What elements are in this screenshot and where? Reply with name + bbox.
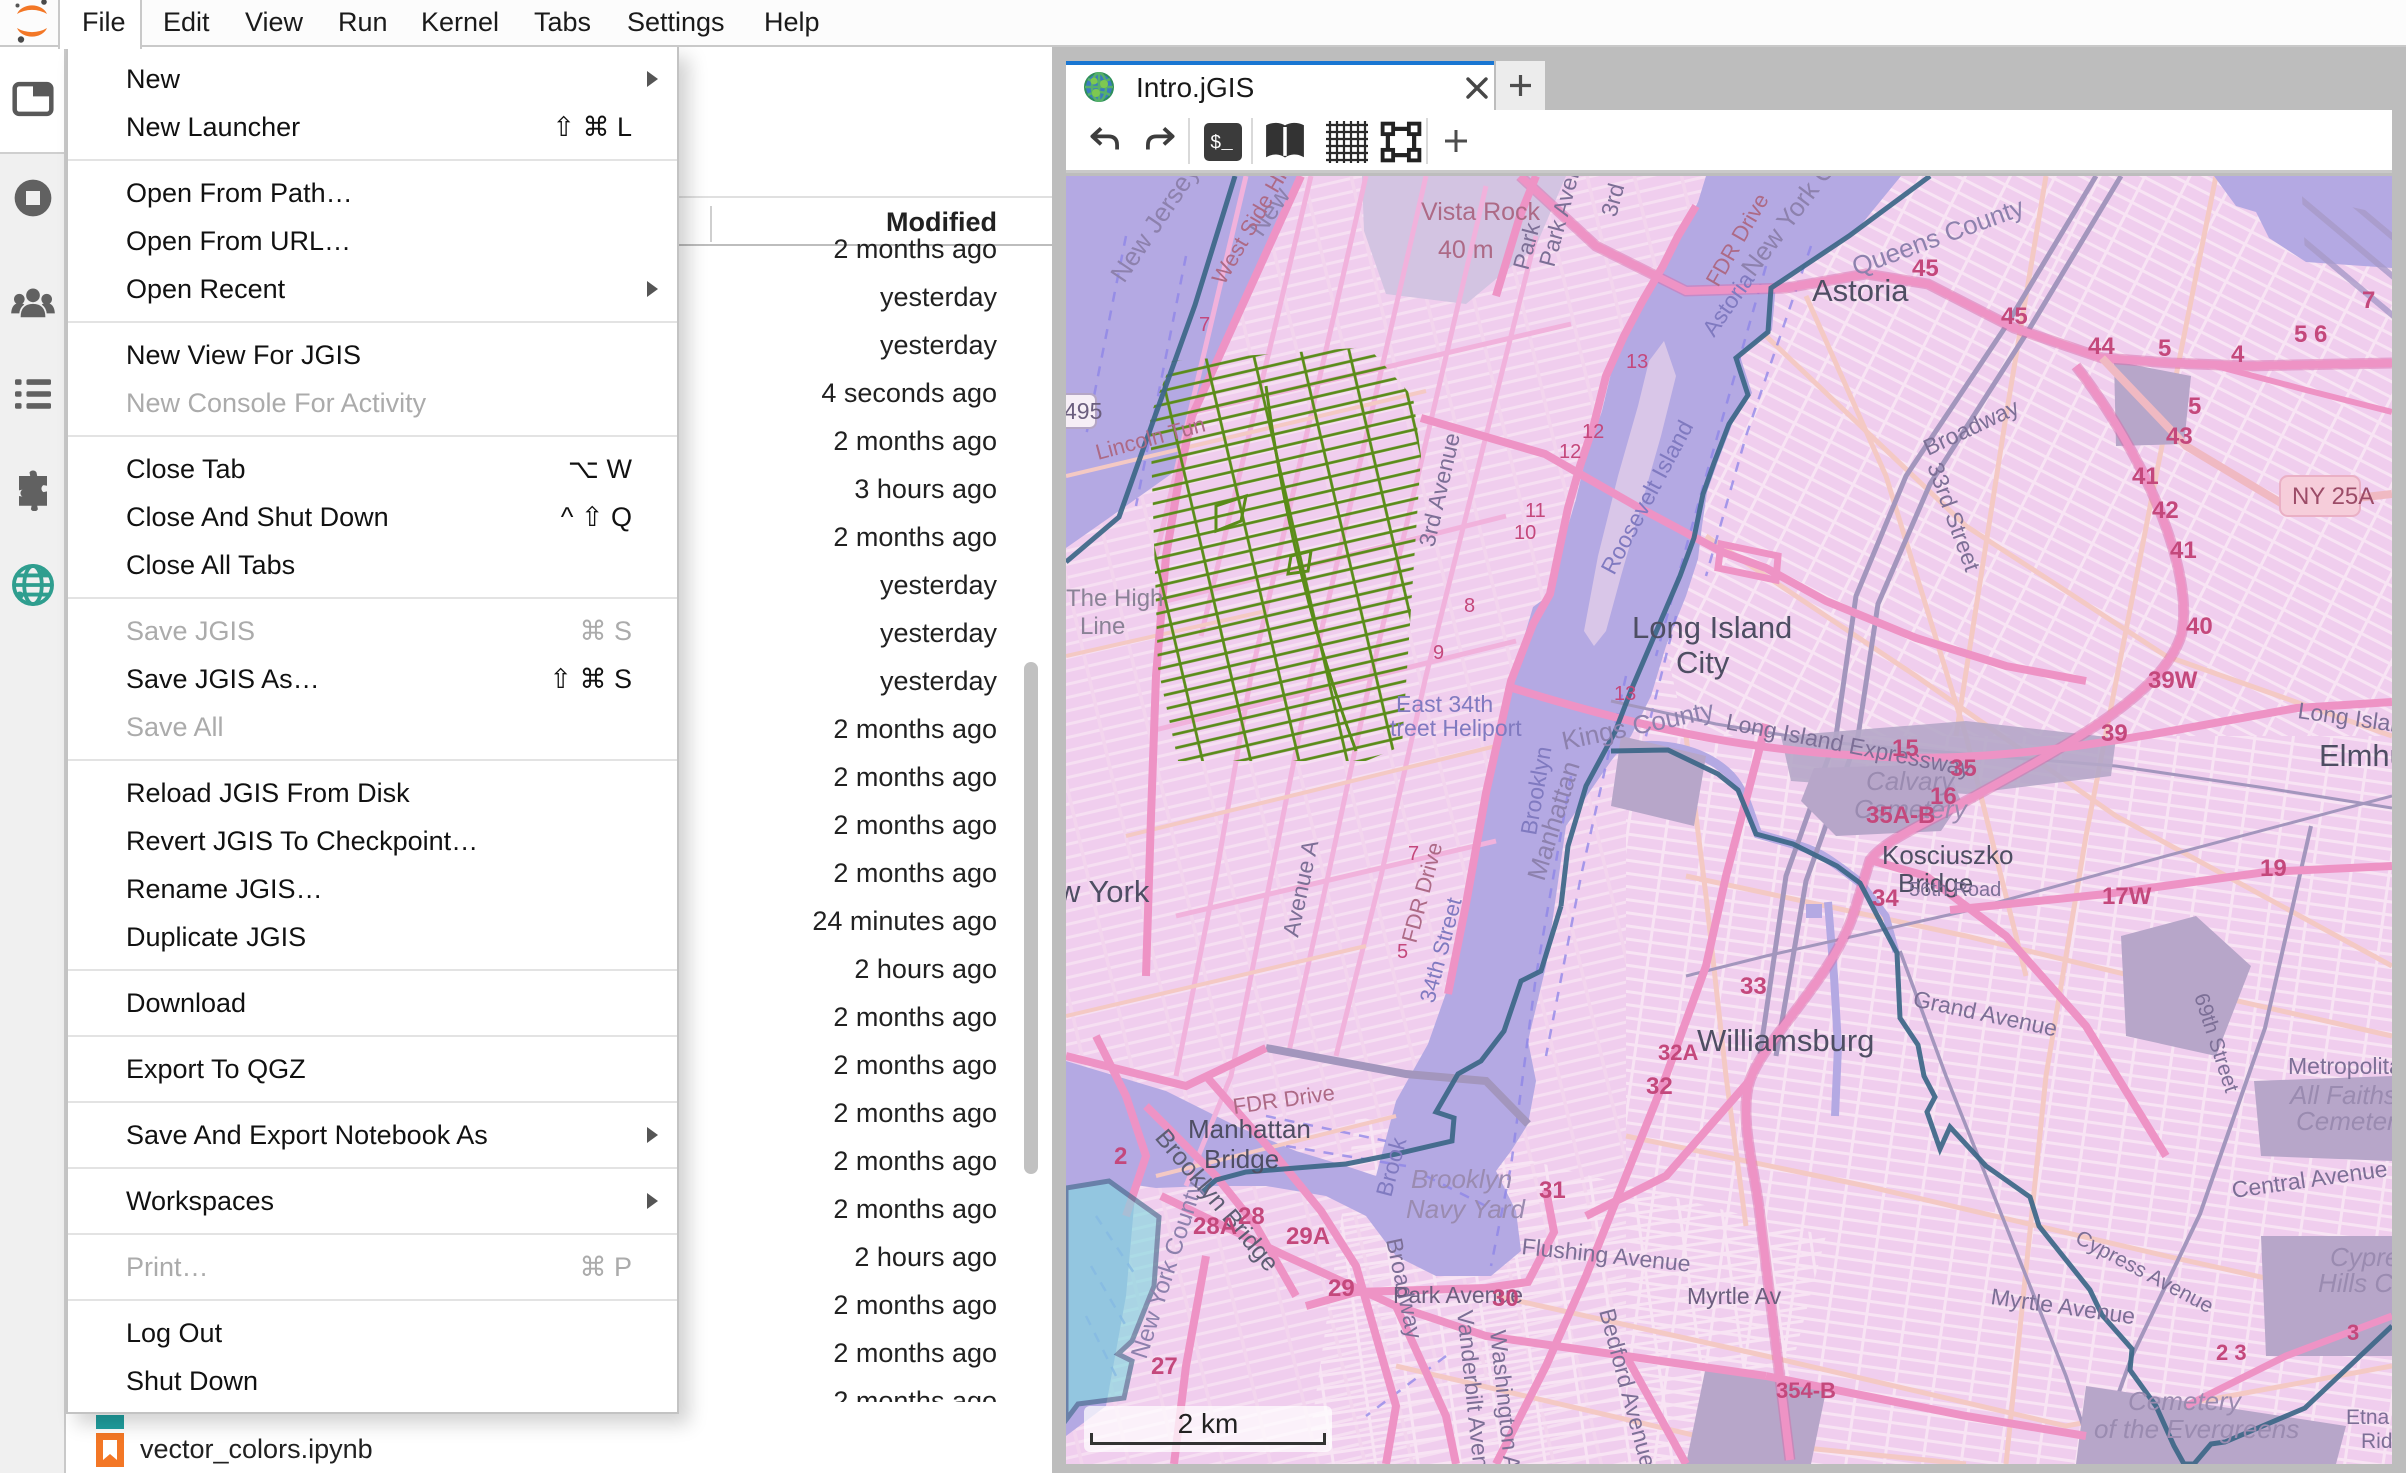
svg-text:NY 25A: NY 25A [2292, 483, 2374, 510]
svg-text:7: 7 [1408, 843, 1419, 865]
svg-text:19: 19 [2260, 855, 2287, 882]
svg-text:Long Island: Long Island [1632, 610, 1792, 645]
svg-text:2 3: 2 3 [2216, 1340, 2247, 1365]
svg-text:Elmhurst: Elmhurst [2319, 738, 2392, 773]
svg-text:35A-B: 35A-B [1866, 802, 1935, 829]
svg-text:39: 39 [2101, 720, 2128, 747]
svg-text:Myrtle Av: Myrtle Av [1687, 1283, 1782, 1309]
svg-text:7: 7 [1199, 314, 1210, 336]
svg-text:33: 33 [1740, 973, 1767, 1000]
svg-text:45: 45 [1912, 255, 1939, 282]
svg-text:15: 15 [1892, 735, 1919, 762]
svg-text:Cemetery: Cemetery [2128, 1386, 2243, 1416]
svg-text:7: 7 [2362, 287, 2375, 314]
svg-text:12: 12 [1559, 441, 1581, 463]
svg-text:41: 41 [2132, 463, 2159, 490]
svg-text:29: 29 [1328, 1275, 1355, 1302]
svg-text:w York: w York [1066, 874, 1150, 909]
svg-text:Cemetery: Cemetery [2296, 1106, 2392, 1136]
svg-text:27: 27 [1151, 1353, 1178, 1380]
svg-text:31: 31 [1539, 1177, 1566, 1204]
svg-text:12: 12 [1582, 421, 1604, 443]
svg-text:29A: 29A [1286, 1223, 1330, 1250]
svg-text:32A: 32A [1658, 1040, 1698, 1065]
svg-text:28: 28 [1238, 1203, 1265, 1230]
svg-text:44: 44 [2088, 333, 2115, 360]
svg-text:City: City [1676, 645, 1730, 680]
svg-text:9: 9 [1433, 642, 1444, 664]
svg-text:56th Road: 56th Road [1909, 879, 2001, 901]
svg-text:39W: 39W [2148, 667, 2198, 694]
svg-text:Astoria: Astoria [1812, 273, 1909, 308]
svg-text:Hills Cemet: Hills Cemet [2318, 1268, 2392, 1298]
svg-text:43: 43 [2166, 423, 2193, 450]
svg-text:East 34th: East 34th [1396, 691, 1493, 717]
svg-text:5: 5 [1397, 941, 1408, 963]
svg-text:13: 13 [1626, 351, 1648, 373]
svg-text:40 m: 40 m [1438, 236, 1494, 264]
svg-text:11: 11 [1525, 500, 1546, 522]
svg-text:495: 495 [1066, 398, 1102, 424]
svg-text:32: 32 [1646, 1073, 1673, 1100]
svg-text:28A: 28A [1193, 1213, 1237, 1240]
svg-text:17W: 17W [2102, 883, 2152, 910]
svg-text:Line: Line [1080, 613, 1125, 640]
svg-text:Brooklyn: Brooklyn [1411, 1164, 1512, 1194]
svg-text:5: 5 [2188, 393, 2201, 420]
svg-text:30: 30 [1492, 1285, 1519, 1312]
svg-text:Navy Yard: Navy Yard [1406, 1194, 1527, 1224]
svg-text:40: 40 [2186, 613, 2213, 640]
svg-text:5: 5 [2158, 335, 2171, 362]
svg-text:8: 8 [1464, 595, 1475, 617]
svg-text:13: 13 [1614, 683, 1636, 705]
svg-text:of the Evergreens: of the Evergreens [2094, 1414, 2299, 1444]
svg-text:Ridgew: Ridgew [2361, 1430, 2392, 1453]
svg-text:4: 4 [2231, 341, 2245, 368]
svg-text:Metropolitan Av: Metropolitan Av [2288, 1053, 2392, 1079]
svg-text:3: 3 [2347, 1320, 2359, 1345]
svg-text:34: 34 [1872, 885, 1899, 912]
svg-text:42: 42 [2152, 497, 2179, 524]
svg-text:5 6: 5 6 [2294, 321, 2327, 348]
svg-text:treet Heliport: treet Heliport [1390, 715, 1522, 741]
svg-text:Etna Str: Etna Str [2346, 1406, 2392, 1429]
svg-text:45: 45 [2001, 303, 2028, 330]
svg-text:Manhattan: Manhattan [1188, 1114, 1311, 1144]
svg-text:$_: $_ [1210, 132, 1233, 154]
svg-text:35: 35 [1950, 755, 1977, 782]
svg-text:41: 41 [2170, 537, 2197, 564]
svg-text:354-B: 354-B [1776, 1378, 1836, 1403]
svg-text:Kosciuszko: Kosciuszko [1882, 840, 2014, 870]
svg-text:2: 2 [1114, 1143, 1127, 1170]
svg-text:The High: The High [1066, 585, 1163, 612]
svg-text:Williamsburg: Williamsburg [1697, 1023, 1874, 1058]
svg-text:10: 10 [1514, 522, 1536, 544]
svg-text:Bridge: Bridge [1204, 1144, 1279, 1174]
